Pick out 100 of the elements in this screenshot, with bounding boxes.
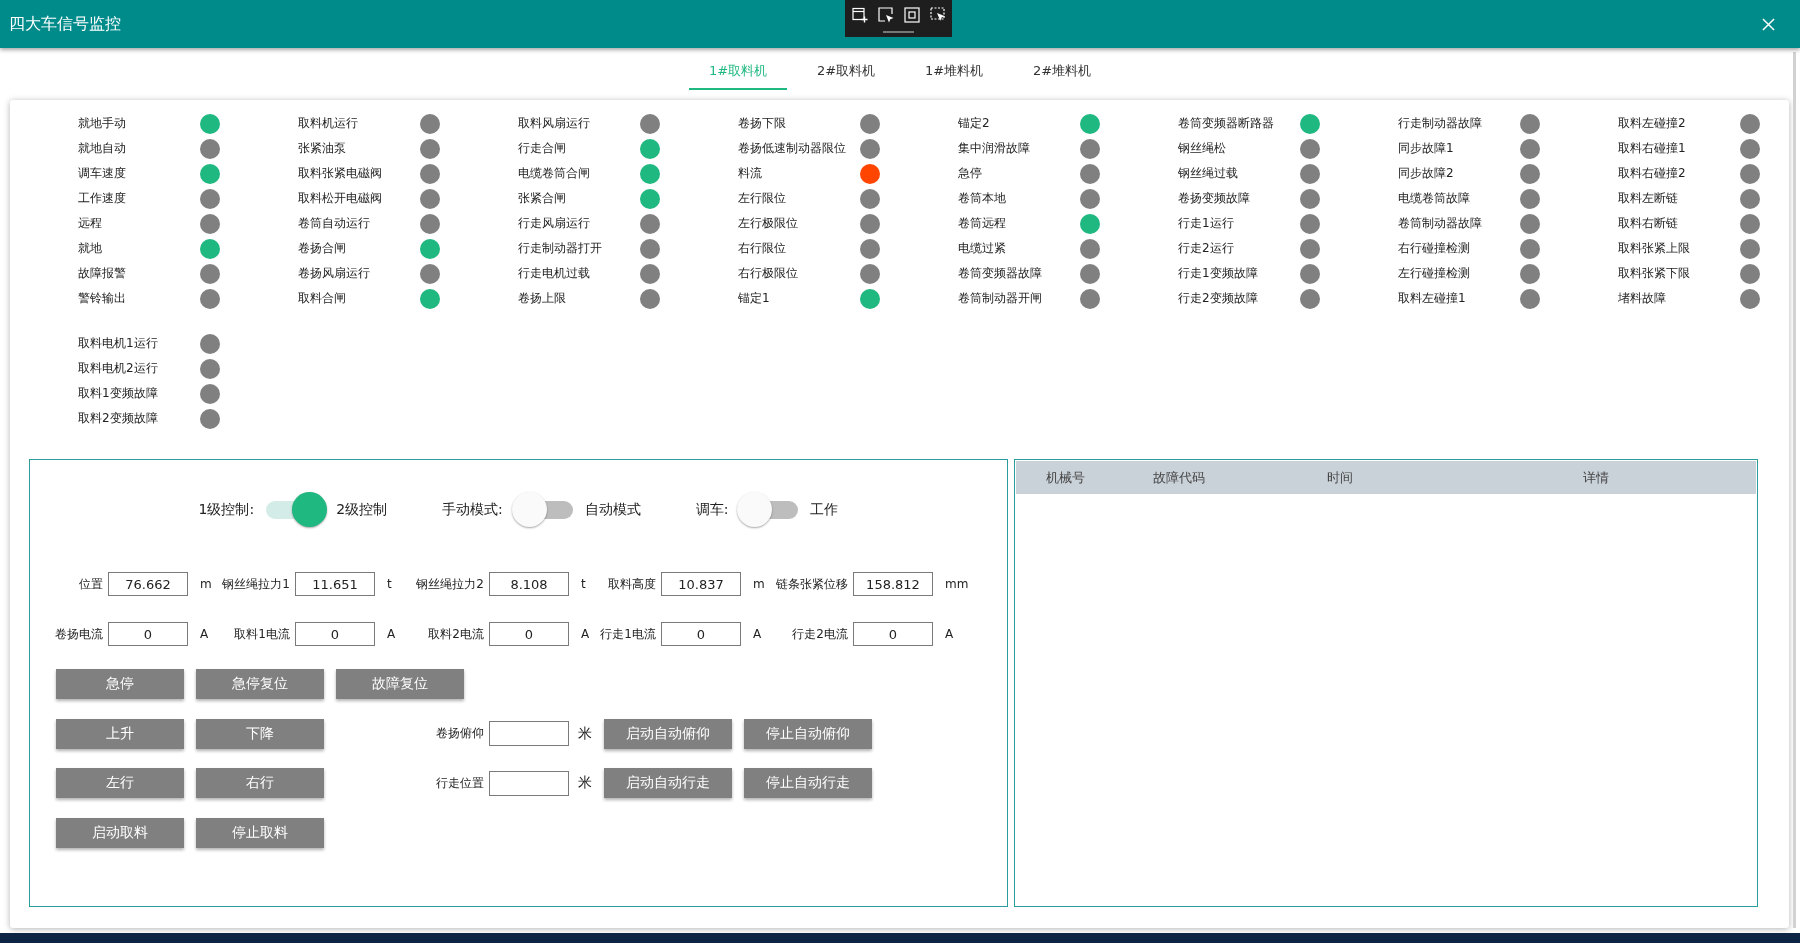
unit-label: A — [945, 627, 954, 641]
signal-label: 卷筒本地 — [958, 190, 1006, 207]
switch-label: 调车: — [695, 500, 729, 519]
signal-label: 卷筒远程 — [958, 215, 1006, 232]
unit-label: A — [387, 627, 396, 641]
switch-label: 工作 — [810, 500, 839, 519]
field-label: 行走2电流 — [792, 625, 848, 643]
signal-label: 行走2运行 — [1178, 240, 1234, 257]
unit-label: 米 — [578, 724, 592, 743]
value-field[interactable]: 0 — [489, 622, 569, 646]
value-field[interactable]: 76.662 — [108, 572, 188, 596]
signal-label: 卷筒制动器故障 — [1398, 215, 1482, 232]
value-field[interactable]: 0 — [295, 622, 375, 646]
signal-label: 行走1运行 — [1178, 215, 1234, 232]
value-field[interactable]: 0 — [661, 622, 741, 646]
signal-label: 取料张紧下限 — [1618, 265, 1690, 282]
value-field[interactable]: 0 — [853, 622, 933, 646]
tab[interactable]: 1#取料机 — [689, 52, 787, 90]
column-header: 详情 — [1583, 468, 1609, 487]
signal-label: 取料右碰撞2 — [1618, 165, 1686, 182]
value-field[interactable]: 158.812 — [853, 572, 933, 596]
tab[interactable]: 2#取料机 — [797, 52, 895, 90]
action-button[interactable]: 下降 — [196, 718, 324, 749]
value-field[interactable]: 8.108 — [489, 572, 569, 596]
action-button[interactable]: 停止自动俯仰 — [744, 718, 872, 749]
signal-label: 料流 — [738, 165, 762, 182]
signal-label: 钢丝绳松 — [1178, 140, 1226, 157]
action-button[interactable]: 右行 — [196, 768, 324, 798]
value-field[interactable]: 0 — [108, 622, 188, 646]
signal-label: 取料左碰撞2 — [1618, 115, 1686, 132]
unit-label: 米 — [578, 774, 592, 792]
signal-label: 卷筒变频器断路器 — [1178, 115, 1274, 132]
signal-label: 取料左断链 — [1618, 190, 1678, 207]
signal-label: 取料松开电磁阀 — [298, 190, 382, 207]
action-button[interactable]: 左行 — [56, 768, 184, 798]
signal-label: 张紧油泵 — [298, 140, 346, 157]
signal-label: 取料合闸 — [298, 290, 346, 307]
field-label: 卷扬电流 — [55, 625, 103, 643]
unit-label: t — [581, 577, 586, 591]
field-label: 钢丝绳拉力1 — [222, 575, 290, 593]
value-field[interactable]: 10.837 — [661, 572, 741, 596]
signal-label: 右行限位 — [738, 240, 786, 257]
signal-label: 左行碰撞检测 — [1398, 265, 1470, 282]
field-label: 取料2电流 — [428, 625, 484, 643]
signal-label: 警铃输出 — [78, 290, 126, 307]
nested-square-icon[interactable] — [903, 7, 920, 23]
unit-label: t — [387, 577, 392, 591]
field-label: 取料高度 — [608, 575, 656, 593]
tab[interactable]: 2#堆料机 — [1013, 52, 1111, 90]
input-field[interactable] — [489, 721, 569, 746]
signal-label: 张紧合闸 — [518, 190, 566, 207]
action-button[interactable]: 启动自动行走 — [604, 768, 732, 798]
field-label: 链条张紧位移 — [776, 575, 848, 593]
column-header: 机械号 — [1045, 468, 1085, 487]
tab[interactable]: 1#堆料机 — [905, 52, 1003, 90]
value-field[interactable]: 11.651 — [295, 572, 375, 596]
window-plus-icon[interactable] — [851, 7, 868, 23]
signal-label: 右行碰撞检测 — [1398, 240, 1470, 257]
field-label: 钢丝绳拉力2 — [416, 575, 484, 593]
action-button[interactable]: 启动取料 — [56, 817, 184, 848]
switch-label: 手动模式: — [442, 500, 503, 519]
signal-label: 卷扬风扇运行 — [298, 265, 370, 282]
signal-label: 卷筒制动器开闸 — [958, 290, 1042, 307]
signal-label: 取料张紧电磁阀 — [298, 165, 382, 182]
signal-label: 行走合闸 — [518, 140, 566, 157]
signal-label: 就地 — [78, 240, 102, 257]
unit-label: A — [581, 627, 590, 641]
signal-label: 急停 — [958, 165, 982, 182]
action-button[interactable]: 急停复位 — [196, 669, 324, 699]
signal-label: 电缆过紧 — [958, 240, 1006, 257]
unit-label: m — [753, 577, 765, 591]
unit-label: A — [200, 627, 209, 641]
pointer-square-icon[interactable] — [877, 7, 894, 23]
action-button[interactable]: 启动自动俯仰 — [604, 718, 732, 749]
signal-label: 钢丝绳过载 — [1178, 165, 1238, 182]
signal-label: 卷扬下限 — [738, 115, 786, 132]
signal-label: 同步故障1 — [1398, 140, 1454, 157]
switch-label: 2级控制 — [336, 500, 388, 519]
action-button[interactable]: 停止自动行走 — [744, 768, 872, 798]
switch-label: 1级控制: — [198, 500, 255, 519]
pointer-frame-icon[interactable] — [929, 7, 946, 23]
signal-label: 行走制动器故障 — [1398, 115, 1482, 132]
switch-label: 自动模式 — [584, 500, 641, 519]
signal-label: 就地自动 — [78, 140, 126, 157]
signal-label: 取料右断链 — [1618, 215, 1678, 232]
signal-label: 卷扬低速制动器限位 — [738, 140, 846, 157]
drag-handle[interactable] — [883, 31, 914, 33]
field-label: 行走1电流 — [600, 625, 656, 643]
column-header: 时间 — [1327, 468, 1353, 487]
signal-label: 远程 — [78, 215, 102, 232]
action-button[interactable]: 故障复位 — [336, 669, 464, 699]
column-header: 故障代码 — [1153, 468, 1205, 487]
signal-label: 堵料故障 — [1618, 290, 1666, 307]
action-button[interactable]: 停止取料 — [196, 817, 324, 848]
action-button[interactable]: 上升 — [56, 718, 184, 749]
input-field[interactable] — [489, 770, 569, 796]
close-icon[interactable] — [1762, 17, 1775, 31]
action-button[interactable]: 急停 — [56, 669, 184, 699]
field-label: 行走位置 — [436, 774, 484, 792]
signal-label: 锚定2 — [958, 115, 990, 132]
